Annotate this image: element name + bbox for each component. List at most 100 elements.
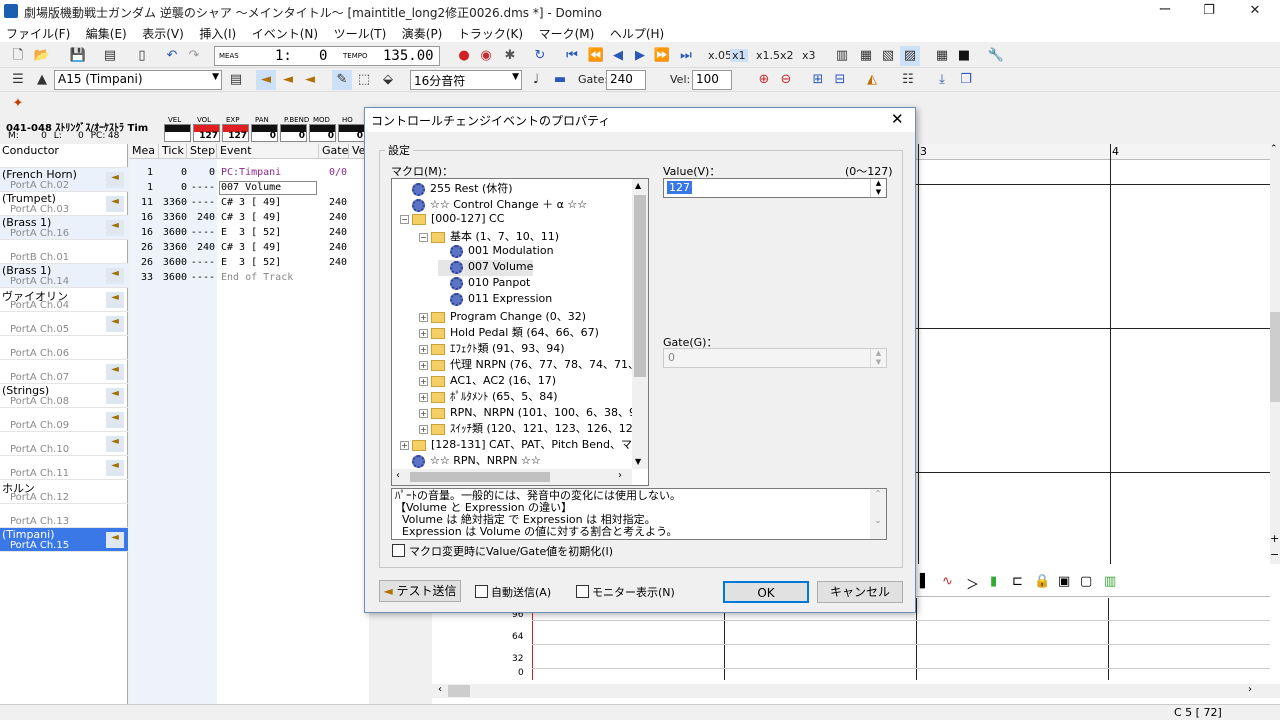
new-file-icon[interactable]: 🗋 [8,46,28,66]
ctrl-wave-icon[interactable]: ▢ [1080,574,1092,589]
plugin-icon[interactable]: ✦ [8,94,28,114]
expand-icon[interactable]: + [419,328,428,338]
copy-icon[interactable]: ❐ [956,70,976,90]
download-icon[interactable]: ⤓ [932,70,952,90]
forward-icon[interactable]: ⏩ [652,46,672,66]
rewind-icon[interactable]: ⏪ [586,46,606,66]
event-row[interactable]: 16 3360 240 C# 3 [ 49] 240 [129,211,369,226]
track-row[interactable]: Conductor [0,144,128,168]
event-row[interactable]: 1 0 ---- 007 Volume [129,181,369,196]
step-record-icon[interactable]: ◉ [476,46,496,66]
track-row[interactable]: ヴァイオリン PortA Ch.04 ◄ [0,288,128,312]
menu-event[interactable]: イベント(N) [246,22,324,42]
note-length-select[interactable]: 16分音符 ▼ [410,70,522,90]
menu-mark[interactable]: マーク(M) [533,22,601,42]
wrench-icon[interactable]: 🔧 [986,46,1006,66]
event-list-icon[interactable]: ▨ [900,46,920,66]
tree-node[interactable]: + Hold Pedal 類 (64、66、67) [419,324,599,340]
expand-icon[interactable]: + [400,440,409,450]
event-row[interactable]: 1 0 0 PC:Timpani 0/0 [129,166,369,181]
gate-input-dialog[interactable]: 0 ▲ ▼ [663,348,887,368]
instrument-list-icon[interactable]: ▤ [226,70,246,90]
event-row[interactable]: 33 3600 ---- End of Track [129,271,369,286]
play-icon[interactable]: ▶ [630,46,650,66]
restore-button[interactable]: ❐ [1186,0,1232,22]
track-row[interactable]: PortA Ch.06 [0,336,128,360]
tree-node[interactable]: 010 Panpot [438,276,530,292]
ctrl-tool-icon[interactable]: ▌ [920,574,930,589]
col-tick[interactable]: Tick [159,144,187,159]
tree-node[interactable]: + 代理 NRPN (76、77、78、74、71、7 [419,356,646,372]
tree-node[interactable]: 255 Rest (休符) [400,180,513,196]
tree-node[interactable]: − 基本 (1、7、10、11) [419,228,559,244]
speaker-icon[interactable]: ◄ [106,532,124,548]
monitor-checkbox[interactable] [576,585,589,598]
col-mea[interactable]: Mea [129,144,159,159]
value-spinner[interactable]: ▲ ▼ [870,179,886,197]
staff-icon[interactable]: ▧ [878,46,898,66]
zoom-plus-icon[interactable]: + [1270,532,1279,545]
tree-node[interactable]: + RPN、NRPN (101、100、6、38、99、 [419,404,648,420]
expand-icon[interactable]: + [419,312,428,322]
vertical-scrollbar[interactable]: ⌃ + − [1270,144,1280,564]
init-checkbox[interactable] [392,544,405,557]
minimize-button[interactable]: ー [1142,0,1188,22]
scroll-right-icon[interactable]: › [618,470,622,481]
page-icon[interactable]: ▯ [132,46,152,66]
speaker-icon[interactable]: ◄ [106,220,124,236]
go-end-icon[interactable]: ⏭ [676,46,696,66]
menu-view[interactable]: 表示(V) [136,22,190,42]
ctrl-curve-icon[interactable]: ∿ [942,574,953,589]
tree-hscroll-thumb[interactable] [410,472,550,482]
speed-x15[interactable]: x1.5 [756,49,780,62]
tree-hscroll[interactable]: ‹ › [392,469,632,485]
note-icon[interactable]: ♩ [526,70,546,90]
tree-node[interactable]: 011 Expression [438,292,552,308]
track-row[interactable]: (Brass 1) PortA Ch.16 ◄ [0,216,128,240]
track-row[interactable]: (Trumpet) PortA Ch.03 ◄ [0,192,128,216]
expand-icon[interactable]: + [419,392,428,402]
expand-icon[interactable]: + [419,424,428,434]
prev-icon[interactable]: ◀ [608,46,628,66]
tree-node[interactable]: + Program Change (0、32) [419,308,586,324]
track-row[interactable]: PortA Ch.07 ◄ [0,360,128,384]
test-send-button[interactable]: ◄ テスト送信 [379,580,461,602]
tree-node[interactable]: + ｴﾌｪｸﾄ類 (91、93、94) [419,340,565,356]
track-row[interactable]: (Strings) PortA Ch.08 ◄ [0,384,128,408]
speaker-icon[interactable]: ◄ [106,172,124,188]
col-event[interactable]: Event [217,144,319,159]
speed-x2[interactable]: x2 [780,49,794,62]
zoom-h-icon[interactable]: ⊞ [808,70,828,90]
filter-icon[interactable]: ☷ [898,70,918,90]
properties-icon[interactable]: ▤ [100,46,120,66]
metronome-icon[interactable]: ✱ [500,46,520,66]
macro-tree[interactable]: 255 Rest (休符) ☆☆ Control Change ＋ α ☆☆ − [0… [391,178,649,486]
ctrl-level-icon[interactable]: ▮ [990,574,997,589]
track-row[interactable]: ホルン PortA Ch.12 [0,480,128,504]
speaker-icon[interactable]: ◄ [106,316,124,332]
tree-node[interactable]: + ﾎﾟﾙﾀﾒﾝﾄ (65、5、84) [419,388,558,404]
open-folder-icon[interactable]: 📂 [32,46,52,66]
piano-roll-icon[interactable]: ▦ [856,46,876,66]
tree-node[interactable]: ☆☆ RPN、NRPN ☆☆ [400,452,541,468]
loop-icon[interactable]: ↻ [530,46,550,66]
speaker-solo-icon[interactable]: ◄ [300,70,320,90]
tree-node[interactable]: 001 Modulation [438,244,554,260]
tree-node[interactable]: + [128-131] CAT、PAT、Pitch Bend、マス [400,436,643,452]
track-row[interactable]: (French Horn) PortA Ch.02 ◄ [0,168,128,192]
gate-icon[interactable]: ▬ [550,70,570,90]
go-start-icon[interactable]: ⏮ [562,46,582,66]
track-row[interactable]: PortA Ch.13 [0,504,128,528]
paint-icon[interactable]: ◭ [862,70,882,90]
speaker-icon[interactable]: ◄ [106,196,124,212]
track-row[interactable]: PortB Ch.01 [0,240,128,264]
auto-send-checkbox[interactable] [475,585,488,598]
pencil-icon[interactable]: ✎ [332,70,352,90]
expand-icon[interactable]: + [419,408,428,418]
speaker-icon[interactable]: ◄ [106,268,124,284]
value-input[interactable]: 127 ▲ ▼ [663,178,887,198]
col-gate[interactable]: Gate [319,144,349,159]
ok-button[interactable]: OK [723,581,809,603]
grid-icon[interactable]: ▦ [932,46,952,66]
hscroll-thumb[interactable] [448,685,470,697]
